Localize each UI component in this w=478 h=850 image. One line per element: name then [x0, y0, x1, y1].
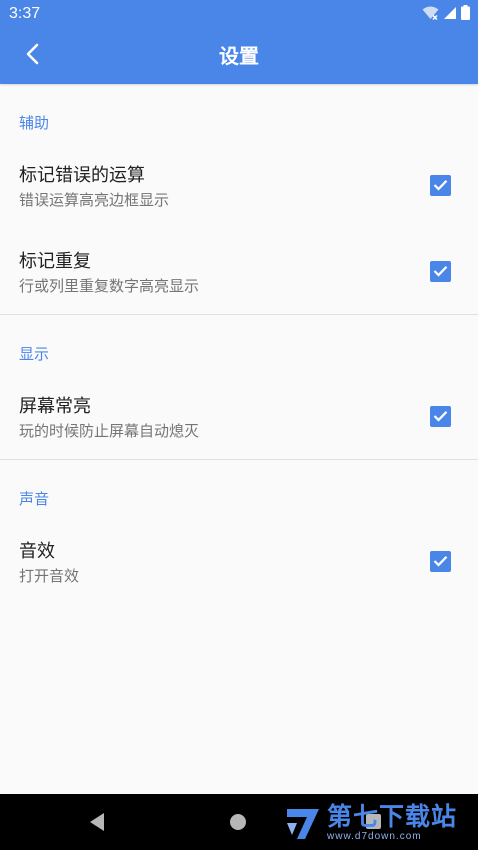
pref-mark-errors[interactable]: 标记错误的运算 错误运算高亮边框显示: [0, 142, 478, 228]
keep-screen-on-checkbox[interactable]: [430, 406, 451, 427]
section-header: 显示: [19, 345, 50, 363]
watermark-logo-icon: [283, 803, 323, 843]
pref-sound-effects[interactable]: 音效 打开音效: [0, 518, 478, 604]
section-display: 显示 屏幕常亮 玩的时候防止屏幕自动熄灭: [0, 315, 478, 460]
settings-list: 辅助 标记错误的运算 错误运算高亮边框显示 标记重复 行或列里重复数字高亮显示 …: [0, 84, 478, 604]
section-header: 声音: [19, 490, 50, 508]
pref-title: 屏幕常亮: [19, 396, 91, 417]
pref-summary: 玩的时候防止屏幕自动熄灭: [19, 422, 200, 440]
section-assist: 辅助 标记错误的运算 错误运算高亮边框显示 标记重复 行或列里重复数字高亮显示: [0, 84, 478, 315]
nav-back-button[interactable]: [88, 812, 106, 836]
battery-icon: [461, 4, 470, 24]
pref-summary: 打开音效: [19, 567, 80, 585]
pref-mark-duplicates[interactable]: 标记重复 行或列里重复数字高亮显示: [0, 228, 478, 314]
pref-title: 音效: [19, 541, 55, 562]
sound-effects-checkbox[interactable]: [430, 551, 451, 572]
status-time: 3:37: [9, 5, 41, 22]
wifi-icon: [422, 5, 439, 24]
navigation-bar: 第七下载站 www.d7down.com: [0, 794, 478, 850]
status-icons: [422, 4, 470, 24]
watermark: 第七下载站 www.d7down.com: [283, 799, 457, 847]
checkmark-icon: [433, 176, 448, 195]
app-bar: 设置: [0, 28, 478, 84]
pref-summary: 行或列里重复数字高亮显示: [19, 277, 200, 295]
pref-title: 标记重复: [19, 251, 91, 272]
pref-title: 标记错误的运算: [19, 165, 145, 186]
mark-errors-checkbox[interactable]: [430, 175, 451, 196]
nav-home-button[interactable]: [230, 814, 246, 830]
pref-summary: 错误运算高亮边框显示: [19, 191, 170, 209]
section-header: 辅助: [19, 114, 50, 132]
watermark-name: 第七下载站: [327, 802, 458, 831]
status-bar: 3:37: [0, 0, 478, 28]
section-sound: 声音 音效 打开音效: [0, 460, 478, 604]
checkmark-icon: [433, 552, 448, 571]
pref-keep-screen-on[interactable]: 屏幕常亮 玩的时候防止屏幕自动熄灭: [0, 373, 478, 459]
cell-signal-icon: [443, 5, 457, 24]
watermark-url: www.d7down.com: [327, 831, 422, 842]
checkmark-icon: [433, 407, 448, 426]
checkmark-icon: [433, 262, 448, 281]
mark-duplicates-checkbox[interactable]: [430, 261, 451, 282]
page-title: 设置: [219, 44, 259, 68]
watermark-text: 第七下载站 www.d7down.com: [327, 803, 457, 843]
